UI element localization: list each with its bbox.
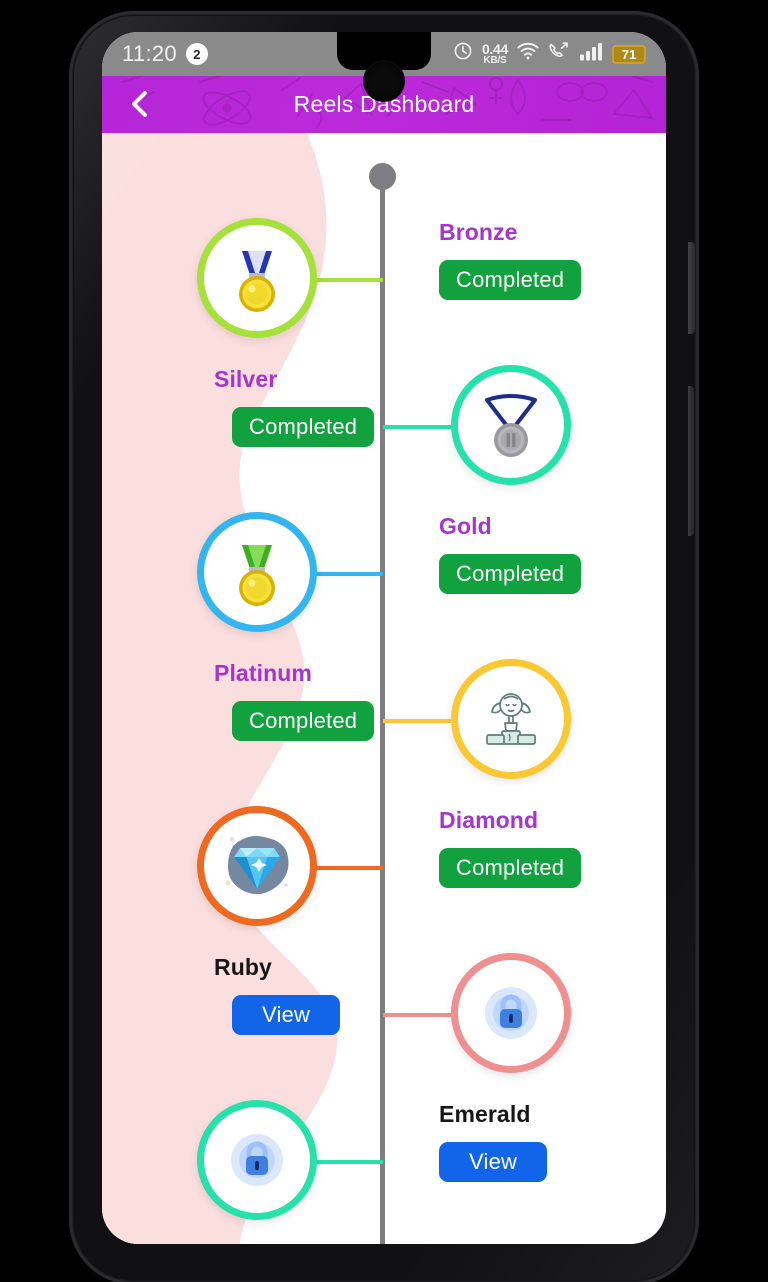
tier-node-silver[interactable] [451,365,571,485]
tier-name-bronze: Bronze [439,219,518,245]
gold-medal-icon [224,537,290,607]
wifi-icon [517,42,539,66]
call-forward-icon [548,41,570,67]
alarm-clock-icon [453,41,473,67]
tier-node-ruby[interactable] [451,953,571,1073]
connector-bronze [315,278,383,282]
tier-node-platinum[interactable] [451,659,571,779]
tier-name-silver: Silver [214,366,278,392]
padlock-icon [473,975,549,1051]
tier-status-silver[interactable]: Completed [232,407,375,447]
chevron-left-icon [127,89,153,124]
connector-silver [383,425,451,429]
network-speed-indicator: 0.44 KB/S [482,42,508,66]
connector-ruby [383,1013,451,1017]
tier-node-bronze[interactable] [197,218,317,338]
tier-name-diamond: Diamond [439,807,539,833]
back-button[interactable] [120,86,160,126]
tier-info-silver: Silver Completed [122,366,375,447]
silver-medal-icon [475,390,547,460]
reels-dashboard-content: Bronze Completed Silver Completed Gold C… [102,133,666,1244]
status-bar-left: 11:20 2 [102,41,337,67]
bronze-medal-icon [224,243,290,313]
tier-status-diamond[interactable]: Completed [439,848,582,888]
tier-view-button-emerald[interactable]: View [439,1142,548,1182]
trophy-podium-icon [475,683,547,755]
tier-info-gold: Gold Completed [407,513,647,594]
connector-emerald [315,1160,383,1164]
tier-node-diamond[interactable] [197,806,317,926]
timeline-track [380,185,385,1244]
tier-name-emerald: Emerald [439,1101,531,1127]
notification-count-badge: 2 [185,43,208,65]
tier-node-gold[interactable] [197,512,317,632]
network-speed-unit: KB/S [483,55,507,66]
tier-view-button-ruby[interactable]: View [232,995,341,1035]
network-speed-value: 0.44 [481,41,508,57]
connector-gold [315,572,383,576]
tier-info-platinum: Platinum Completed [122,660,375,741]
tier-node-emerald[interactable] [197,1100,317,1220]
tier-info-ruby: Ruby View [122,954,362,1035]
connector-diamond [315,866,383,870]
padlock-icon [219,1122,295,1198]
tier-info-emerald: Emerald View [407,1101,647,1182]
tier-name-ruby: Ruby [214,954,272,980]
timeline-start-dot [369,163,396,190]
tier-status-bronze[interactable]: Completed [439,260,582,300]
tier-status-platinum[interactable]: Completed [232,701,375,741]
power-button[interactable] [688,242,695,334]
tier-name-platinum: Platinum [214,660,312,686]
status-bar-right: 0.44 KB/S 71 [431,41,666,67]
phone-screen: 11:20 2 0.44 KB/S 71 Reels Dashboard Bro… [102,32,666,1244]
front-camera [365,62,403,100]
tier-status-gold[interactable]: Completed [439,554,582,594]
tier-info-diamond: Diamond Completed [407,807,647,888]
connector-platinum [383,719,451,723]
volume-button[interactable] [688,386,694,536]
tier-name-gold: Gold [439,513,492,539]
phone-frame: 11:20 2 0.44 KB/S 71 Reels Dashboard Bro… [0,0,768,1282]
cellular-signal-icon [579,42,603,67]
battery-icon: 71 [612,44,646,64]
status-bar-clock: 11:20 [122,41,177,66]
tier-info-bronze: Bronze Completed [407,219,647,300]
diamond-gem-icon [216,827,298,905]
